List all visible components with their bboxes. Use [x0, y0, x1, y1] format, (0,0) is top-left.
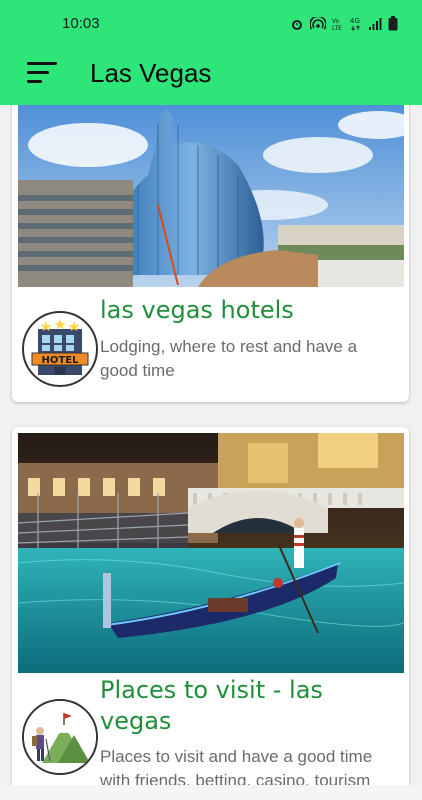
menu-button[interactable] [25, 58, 59, 88]
venetian-gondola-photo [18, 433, 404, 673]
card-title[interactable]: Places to visit - las vegas [100, 675, 360, 737]
page-title: Las Vegas [90, 58, 212, 88]
status-time: 10:03 [62, 15, 100, 32]
status-icons: Vo LTE 4G [290, 15, 398, 36]
hotel-icon: HOTEL [22, 311, 98, 387]
card-list[interactable]: HOTEL las vegas hotels Lodging, where to… [0, 105, 422, 785]
guitar-hotel-photo [18, 105, 404, 287]
hotspot-icon [309, 15, 327, 36]
svg-text:LTE: LTE [332, 25, 342, 31]
alarm-icon [290, 17, 304, 36]
card-description: Lodging, where to rest and have a good t… [100, 337, 358, 380]
volte-icon: Vo LTE [332, 17, 344, 36]
signal-icon [368, 17, 382, 36]
4g-icon: 4G [350, 17, 362, 36]
hiker-mountain-icon [22, 699, 98, 775]
app-bar: 10:03 Vo LTE 4G Las Vegas [0, 0, 422, 105]
bottom-edge [0, 785, 422, 800]
card-title[interactable]: las vegas hotels [100, 295, 294, 326]
card-description: Places to visit and have a good time wit… [100, 747, 373, 785]
svg-text:HOTEL: HOTEL [42, 355, 80, 366]
card-places[interactable]: Places to visit - las vegas Places to vi… [12, 427, 409, 785]
menu-icon [25, 62, 59, 92]
battery-icon [388, 16, 398, 36]
card-hotels[interactable]: HOTEL las vegas hotels Lodging, where to… [12, 105, 409, 402]
status-bar: 10:03 Vo LTE 4G [0, 0, 422, 48]
svg-text:Vo: Vo [332, 18, 340, 25]
svg-text:4G: 4G [350, 17, 360, 25]
